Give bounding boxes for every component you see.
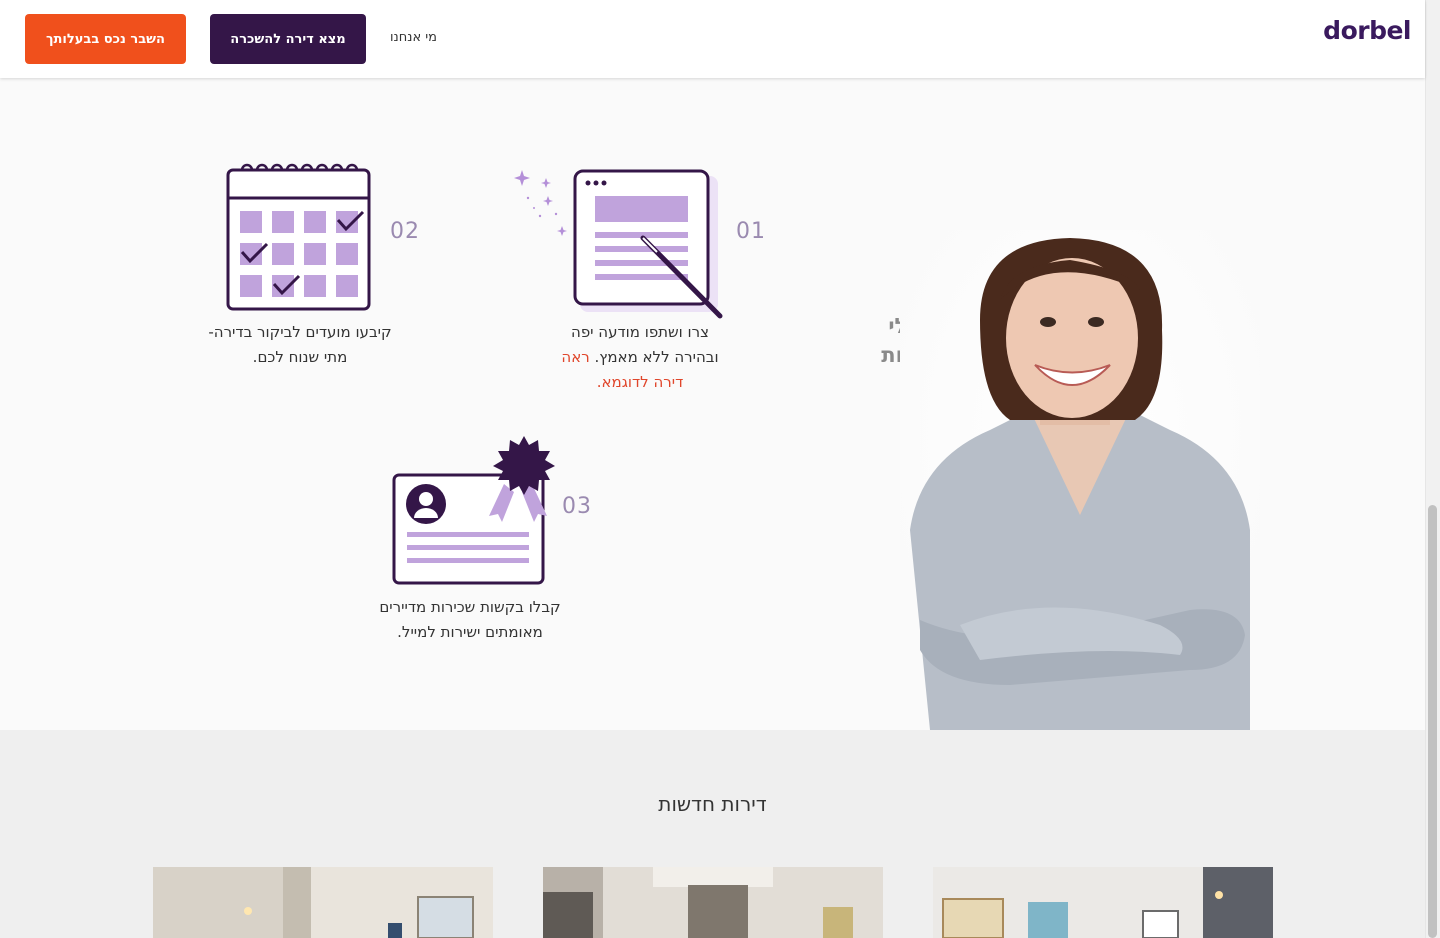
page-scrollbar[interactable] — [1425, 0, 1440, 938]
owners-section: 01 צרו ושתפו מודעה יפה ובהירה ללא מאמץ. … — [0, 78, 1425, 730]
new-apartments-title: דירות חדשות — [658, 792, 767, 816]
step-text-1: צרו ושתפו מודעה יפה ובהירה ללא מאמץ. ראה… — [550, 320, 730, 395]
step-text-1-main: צרו ושתפו מודעה יפה ובהירה ללא מאמץ. — [571, 323, 719, 366]
apartment-card[interactable] — [933, 867, 1273, 938]
apartment-card[interactable] — [543, 867, 883, 938]
owner-photo — [900, 230, 1260, 730]
logo[interactable]: dorbel — [1323, 16, 1411, 45]
step-text-3: קבלו בקשות שכירות מדיירים מאומתים ישירות… — [379, 598, 561, 641]
certificate-badge-icon — [392, 436, 555, 585]
calendar-icon — [226, 163, 371, 311]
about-link[interactable]: מי אנחנו — [390, 30, 437, 45]
step-number-2: 02 — [390, 219, 420, 244]
listing-magic-wand-icon — [514, 169, 723, 319]
scrollbar-thumb[interactable] — [1428, 505, 1437, 938]
step-number-3: 03 — [562, 494, 592, 519]
new-apartments-section: דירות חדשות — [0, 730, 1425, 938]
apartment-card[interactable] — [153, 867, 493, 938]
step-text-2: קיבעו מועדים לביקור בדירה- מתי שנוח לכם. — [208, 323, 392, 366]
step-number-1: 01 — [736, 219, 766, 244]
top-header: השבר נכס בבעלותך מצא דירה להשכרה מי אנחנ… — [0, 0, 1425, 78]
find-apartment-button[interactable]: מצא דירה להשכרה — [210, 14, 366, 64]
list-property-button[interactable]: השבר נכס בבעלותך — [25, 14, 186, 64]
